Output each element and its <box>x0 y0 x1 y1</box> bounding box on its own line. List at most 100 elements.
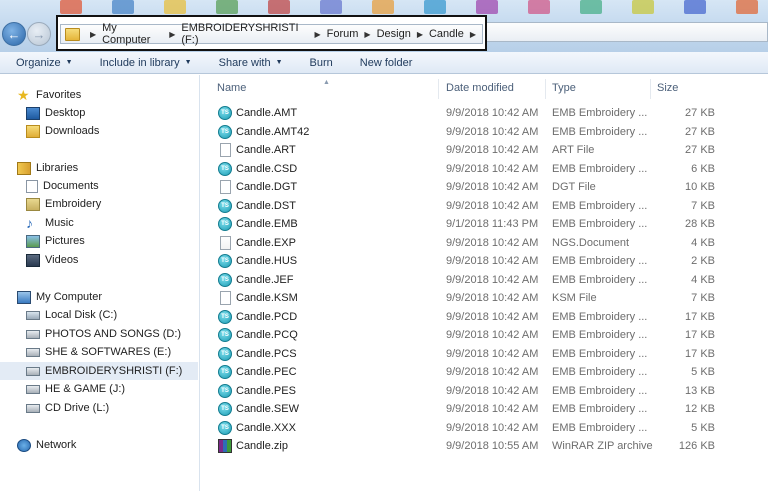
sidebar-item-downloads[interactable]: Downloads <box>26 122 224 140</box>
star-icon: ★ <box>17 86 30 103</box>
sidebar-item-libraries[interactable]: Libraries <box>17 159 215 177</box>
back-button[interactable]: ← <box>2 22 26 46</box>
file-row[interactable]: TS Candle.SEW 9/9/2018 10:42 AM EMB Embroid… <box>201 400 768 419</box>
background-strip <box>0 0 768 16</box>
sidebar-item-music[interactable]: ♪ Music <box>26 214 224 232</box>
sidebar-item-label: Desktop <box>45 107 86 119</box>
file-type: EMB Embroidery ... <box>552 310 648 323</box>
address-bar[interactable]: ▶ My Computer ▶ EMBROIDERYSHRISTI (F:) ▶… <box>56 15 487 51</box>
file-row[interactable]: TS Candle.PCD 9/9/2018 10:42 AM EMB Embroid… <box>201 308 768 327</box>
file-type: EMB Embroidery ... <box>552 403 648 416</box>
sidebar-item-drive-d[interactable]: PHOTOS AND SONGS (D:) <box>26 325 224 343</box>
file-row[interactable]: TS Candle.JEF 9/9/2018 10:42 AM EMB Embroid… <box>201 271 768 290</box>
embroidery-file-icon: TS <box>218 365 232 379</box>
sidebar-item-drive-c[interactable]: Local Disk (C:) <box>26 306 224 324</box>
sidebar-item-pictures[interactable]: Pictures <box>26 232 224 250</box>
address-bar-extension[interactable] <box>487 22 768 42</box>
column-divider[interactable] <box>545 79 546 99</box>
chevron-right-icon[interactable]: ▶ <box>314 30 320 39</box>
sidebar-item-desktop[interactable]: Desktop <box>26 104 224 122</box>
blank-file-icon <box>220 180 231 194</box>
breadcrumb-my-computer[interactable]: My Computer <box>102 22 163 46</box>
sidebar-item-label: CD Drive (L:) <box>45 402 110 414</box>
file-row[interactable]: Candle.DGT 9/9/2018 10:42 AM DGT File 10 KB <box>201 178 768 197</box>
file-size: 7 KB <box>691 199 715 212</box>
sidebar-item-drive-e[interactable]: SHE & SOFTWARES (E:) <box>26 343 224 361</box>
file-row[interactable]: TS Candle.DST 9/9/2018 10:42 AM EMB Embroid… <box>201 197 768 216</box>
sidebar-item-favorites[interactable]: ★ Favorites <box>17 86 215 104</box>
chevron-right-icon[interactable]: ▶ <box>417 30 423 39</box>
breadcrumb-candle[interactable]: Candle <box>429 28 464 40</box>
file-type: EMB Embroidery ... <box>552 273 648 286</box>
file-row[interactable]: TS Candle.AMT 9/9/2018 10:42 AM EMB Embroid… <box>201 104 768 123</box>
sidebar-item-label: Videos <box>45 254 79 266</box>
file-size: 27 KB <box>685 144 715 157</box>
file-row[interactable]: TS Candle.PCS 9/9/2018 10:42 AM EMB Embroid… <box>201 345 768 364</box>
file-row[interactable]: Candle.EXP 9/9/2018 10:42 AM NGS.Document 4… <box>201 234 768 253</box>
column-header-name[interactable]: Name <box>217 82 246 94</box>
file-name: Candle.JEF <box>236 273 294 286</box>
column-header-size[interactable]: Size <box>657 82 678 94</box>
forward-button[interactable]: → <box>27 22 51 46</box>
file-row[interactable]: TS Candle.AMT42 9/9/2018 10:42 AM EMB Embro… <box>201 123 768 142</box>
libraries-icon <box>17 161 31 175</box>
breadcrumb-design[interactable]: Design <box>377 28 411 40</box>
sidebar-item-drive-l[interactable]: CD Drive (L:) <box>26 399 224 417</box>
cd-drive-icon <box>26 403 40 413</box>
column-divider[interactable] <box>650 79 651 99</box>
sidebar-item-drive-j[interactable]: HE & GAME (J:) <box>26 380 224 398</box>
chevron-right-icon[interactable]: ▶ <box>470 30 476 39</box>
sidebar-item-videos[interactable]: Videos <box>26 251 224 269</box>
sidebar-item-network[interactable]: Network <box>17 436 215 454</box>
share-with-button[interactable]: Share with ▼ <box>219 57 283 69</box>
chevron-right-icon[interactable]: ▶ <box>90 30 96 39</box>
breadcrumb-drive[interactable]: EMBROIDERYSHRISTI (F:) <box>181 22 308 46</box>
column-divider[interactable] <box>438 79 439 99</box>
chevron-right-icon[interactable]: ▶ <box>364 30 370 39</box>
breadcrumb-forum[interactable]: Forum <box>327 28 359 40</box>
burn-button[interactable]: Burn <box>310 57 333 69</box>
file-type: EMB Embroidery ... <box>552 107 648 120</box>
file-row[interactable]: TS Candle.PCQ 9/9/2018 10:42 AM EMB Embroid… <box>201 326 768 345</box>
embroidery-file-icon: TS <box>218 217 232 231</box>
embroidery-file-icon: TS <box>218 402 232 416</box>
file-size: 17 KB <box>685 347 715 360</box>
dropdown-arrow-icon: ▼ <box>275 59 283 66</box>
chevron-right-icon[interactable]: ▶ <box>169 30 175 39</box>
sidebar-item-documents[interactable]: Documents <box>26 177 224 195</box>
file-size: 17 KB <box>685 329 715 342</box>
file-name: Candle.CSD <box>236 162 298 175</box>
file-row[interactable]: TS Candle.XXX 9/9/2018 10:42 AM EMB Embroid… <box>201 419 768 438</box>
sidebar-item-embroidery[interactable]: Embroidery <box>26 195 224 213</box>
organize-button[interactable]: Organize ▼ <box>16 57 73 69</box>
embroidery-file-icon: TS <box>218 309 232 324</box>
file-type: EMB Embroidery ... <box>552 384 648 397</box>
column-header-date[interactable]: Date modified <box>446 82 514 94</box>
file-name: Candle.ART <box>236 144 296 157</box>
sidebar-item-label: Favorites <box>36 89 82 101</box>
document-file-icon <box>220 235 231 250</box>
embroidery-file-icon: TS <box>218 328 232 342</box>
file-type: WinRAR ZIP archive <box>552 440 653 453</box>
sidebar-item-label: Network <box>36 439 77 451</box>
file-date-modified: 9/9/2018 10:42 AM <box>446 403 539 416</box>
file-size: 10 KB <box>685 181 715 194</box>
file-type: EMB Embroidery ... <box>552 125 648 138</box>
file-date-modified: 9/9/2018 10:42 AM <box>446 384 539 397</box>
sidebar-item-drive-f[interactable]: EMBROIDERYSHRISTI (F:) <box>0 362 198 380</box>
file-row[interactable]: Candle.ART 9/9/2018 10:42 AM ART File 27 KB <box>201 141 768 160</box>
column-header-type[interactable]: Type <box>552 82 576 94</box>
file-row[interactable]: TS Candle.PEC 9/9/2018 10:42 AM EMB Embroid… <box>201 363 768 382</box>
file-row[interactable]: TS Candle.CSD 9/9/2018 10:42 AM EMB Embroid… <box>201 160 768 179</box>
computer-icon <box>17 290 31 304</box>
file-row[interactable]: Candle.KSM 9/9/2018 10:42 AM KSM File 7 KB <box>201 289 768 308</box>
organize-label: Organize <box>16 56 61 69</box>
include-in-library-button[interactable]: Include in library ▼ <box>100 57 192 69</box>
file-row[interactable]: TS Candle.HUS 9/9/2018 10:42 AM EMB Embroid… <box>201 252 768 271</box>
file-type: EMB Embroidery ... <box>552 421 648 434</box>
file-row[interactable]: TS Candle.PES 9/9/2018 10:42 AM EMB Embroid… <box>201 382 768 401</box>
sidebar-item-my-computer[interactable]: My Computer <box>17 288 215 306</box>
file-row[interactable]: TS Candle.EMB 9/1/2018 11:43 PM EMB Embroid… <box>201 215 768 234</box>
file-row[interactable]: Candle.zip 9/9/2018 10:55 AM WinRAR ZIP ar… <box>201 437 768 456</box>
new-folder-button[interactable]: New folder <box>360 57 413 69</box>
